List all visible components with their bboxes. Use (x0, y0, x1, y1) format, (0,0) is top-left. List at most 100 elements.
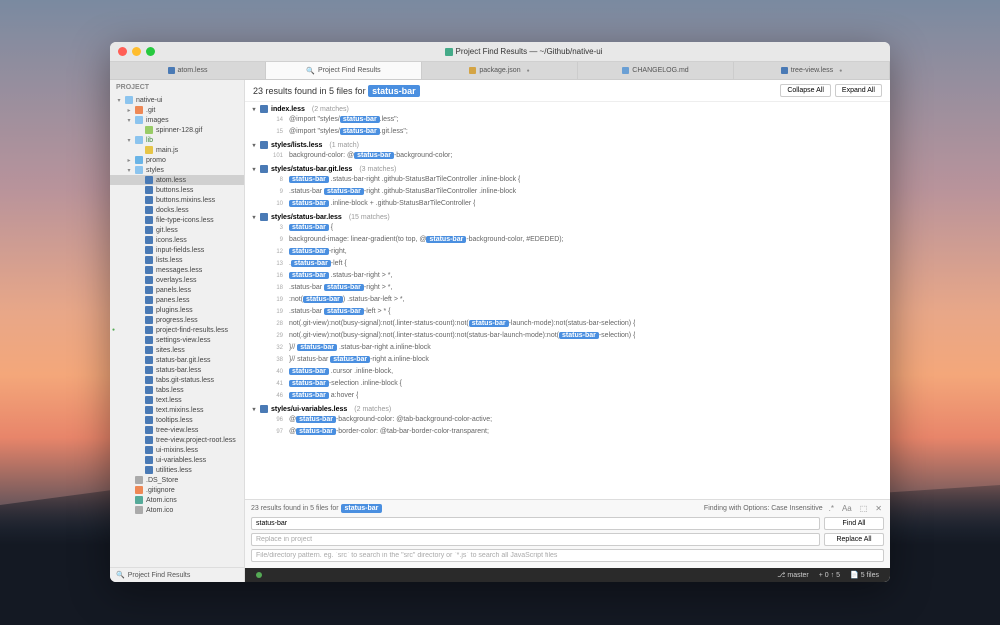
whole-word-icon[interactable]: ⬚ (858, 503, 870, 514)
tree-node[interactable]: project-find-results.less (110, 325, 244, 335)
result-line[interactable]: 38}// status-bar status-bar-right a.inli… (245, 354, 890, 366)
tree-node[interactable]: progress.less (110, 315, 244, 325)
tree-node[interactable]: sites.less (110, 345, 244, 355)
tree-node[interactable]: ui-variables.less (110, 455, 244, 465)
tree-node[interactable]: overlays.less (110, 275, 244, 285)
tree-node[interactable]: tooltips.less (110, 415, 244, 425)
tree-node[interactable]: utilities.less (110, 465, 244, 475)
tree-node[interactable]: Atom.ico (110, 505, 244, 515)
tree-node[interactable]: ▾images (110, 115, 244, 125)
result-line[interactable]: 8status-bar .status-bar-right .github-St… (245, 174, 890, 186)
tree-node[interactable]: git.less (110, 225, 244, 235)
result-line[interactable]: 101background-color: @status-bar-backgro… (245, 150, 890, 162)
git-branch[interactable]: ⎇master (772, 571, 813, 579)
less-icon (145, 426, 153, 434)
tree-node[interactable]: main.js (110, 145, 244, 155)
tree-node[interactable]: status-bar.less (110, 365, 244, 375)
result-line[interactable]: 10status-bar .inline-block + .github-Sta… (245, 198, 890, 210)
tree-node[interactable]: status-bar.git.less (110, 355, 244, 365)
tree-node[interactable]: file-type-icons.less (110, 215, 244, 225)
tree-node[interactable]: text.mixins.less (110, 405, 244, 415)
result-line[interactable]: 46status-bar a:hover { (245, 390, 890, 402)
tree-node[interactable]: settings-view.less (110, 335, 244, 345)
result-file-header[interactable]: ▾index.less(2 matches) (245, 104, 890, 114)
tab-project-find-results[interactable]: 🔍Project Find Results (266, 62, 422, 79)
minimize-icon[interactable] (132, 47, 141, 56)
tree-node[interactable]: messages.less (110, 265, 244, 275)
tree-node[interactable]: ▸.git (110, 105, 244, 115)
tree-node[interactable]: panes.less (110, 295, 244, 305)
result-line[interactable]: 18.status-bar status-bar-right > *, (245, 282, 890, 294)
tree-node[interactable]: ▸promo (110, 155, 244, 165)
tree-node[interactable]: spinner-128.gif (110, 125, 244, 135)
tree-node[interactable]: ▾native-ui (110, 95, 244, 105)
maximize-icon[interactable] (146, 47, 155, 56)
tree-node[interactable]: plugins.less (110, 305, 244, 315)
expand-all-button[interactable]: Expand All (835, 84, 882, 97)
tree-node[interactable]: tree-view.project-root.less (110, 435, 244, 445)
tree-node[interactable]: ui-mixins.less (110, 445, 244, 455)
git-files[interactable]: 📄5 files (845, 571, 884, 579)
tab-changelog-md[interactable]: CHANGELOG.md (578, 62, 734, 79)
close-icon[interactable]: ✕ (873, 503, 884, 514)
search-input[interactable] (251, 517, 820, 530)
tab-tree-view-less[interactable]: tree-view.less (734, 62, 890, 79)
result-line[interactable]: 19.status-bar status-bar-left > * { (245, 306, 890, 318)
sidebar-footer[interactable]: 🔍 Project Find Results (110, 567, 244, 582)
tab-package-json[interactable]: package.json (422, 62, 578, 79)
result-line[interactable]: 97@status-bar-border-color: @tab-bar-bor… (245, 426, 890, 438)
result-line[interactable]: 40status-bar .cursor .inline-block, (245, 366, 890, 378)
result-line[interactable]: 9.status-bar status-bar-right .github-St… (245, 186, 890, 198)
close-icon[interactable] (118, 47, 127, 56)
result-file-header[interactable]: ▾styles/status-bar.git.less(3 matches) (245, 164, 890, 174)
result-line[interactable]: 9background-image: linear-gradient(to to… (245, 234, 890, 246)
result-file-header[interactable]: ▾styles/lists.less(1 match) (245, 140, 890, 150)
result-file-header[interactable]: ▾styles/ui-variables.less(2 matches) (245, 404, 890, 414)
tree-node[interactable]: Atom.icns (110, 495, 244, 505)
result-line[interactable]: 96@status-bar-background-color: @tab-bac… (245, 414, 890, 426)
case-icon[interactable]: Aa (840, 503, 854, 514)
tree-node[interactable]: text.less (110, 395, 244, 405)
tab-atom-less[interactable]: atom.less (110, 62, 266, 79)
result-line[interactable]: 19:not(status-bar) .status-bar-left > *, (245, 294, 890, 306)
result-line[interactable]: 13.status-bar-left { (245, 258, 890, 270)
tree-node[interactable]: docks.less (110, 205, 244, 215)
collapse-all-button[interactable]: Collapse All (780, 84, 831, 97)
tree-node[interactable]: atom.less (110, 175, 244, 185)
tree-node[interactable]: input-fields.less (110, 245, 244, 255)
result-line[interactable]: 12status-bar-right, (245, 246, 890, 258)
result-line[interactable]: 29not(.git-view):not(busy-signal):not(.l… (245, 330, 890, 342)
result-line[interactable]: 16status-bar .status-bar-right > *, (245, 270, 890, 282)
search-icon: 🔍 (306, 67, 315, 75)
results-list[interactable]: ▾index.less(2 matches)14@import "styles/… (245, 102, 890, 499)
regex-icon[interactable]: .* (827, 503, 836, 514)
tree-node[interactable]: ▾styles (110, 165, 244, 175)
find-all-button[interactable]: Find All (824, 517, 884, 530)
result-line[interactable]: 32}// status-bar .status-bar-right a.inl… (245, 342, 890, 354)
window-title: Project Find Results — ~/Github/native-u… (165, 47, 882, 56)
tree-node[interactable]: tabs.git-status.less (110, 375, 244, 385)
git-diff[interactable]: + 0 ↑ 5 (814, 571, 845, 579)
tree-node[interactable]: ▾lib (110, 135, 244, 145)
tree-node[interactable]: buttons.mixins.less (110, 195, 244, 205)
result-file-header[interactable]: ▾styles/status-bar.less(15 matches) (245, 212, 890, 222)
path-filter-input[interactable] (251, 549, 884, 562)
replace-input[interactable] (251, 533, 820, 546)
folder-icon (135, 156, 143, 164)
result-line[interactable]: 41status-bar-selection .inline-block { (245, 378, 890, 390)
result-line[interactable]: 28not(.git-view):not(busy-signal):not(.l… (245, 318, 890, 330)
less-icon (145, 396, 153, 404)
file-tree[interactable]: ▾native-ui▸.git▾imagesspinner-128.gif▾li… (110, 95, 244, 567)
replace-all-button[interactable]: Replace All (824, 533, 884, 546)
result-line[interactable]: 14@import "styles/status-bar.less"; (245, 114, 890, 126)
result-line[interactable]: 3status-bar { (245, 222, 890, 234)
result-line[interactable]: 15@import "styles/status-bar.git.less"; (245, 126, 890, 138)
tree-node[interactable]: icons.less (110, 235, 244, 245)
tree-node[interactable]: lists.less (110, 255, 244, 265)
tree-node[interactable]: .DS_Store (110, 475, 244, 485)
tree-node[interactable]: panels.less (110, 285, 244, 295)
tree-node[interactable]: buttons.less (110, 185, 244, 195)
tree-node[interactable]: tree-view.less (110, 425, 244, 435)
tree-node[interactable]: .gitignore (110, 485, 244, 495)
tree-node[interactable]: tabs.less (110, 385, 244, 395)
